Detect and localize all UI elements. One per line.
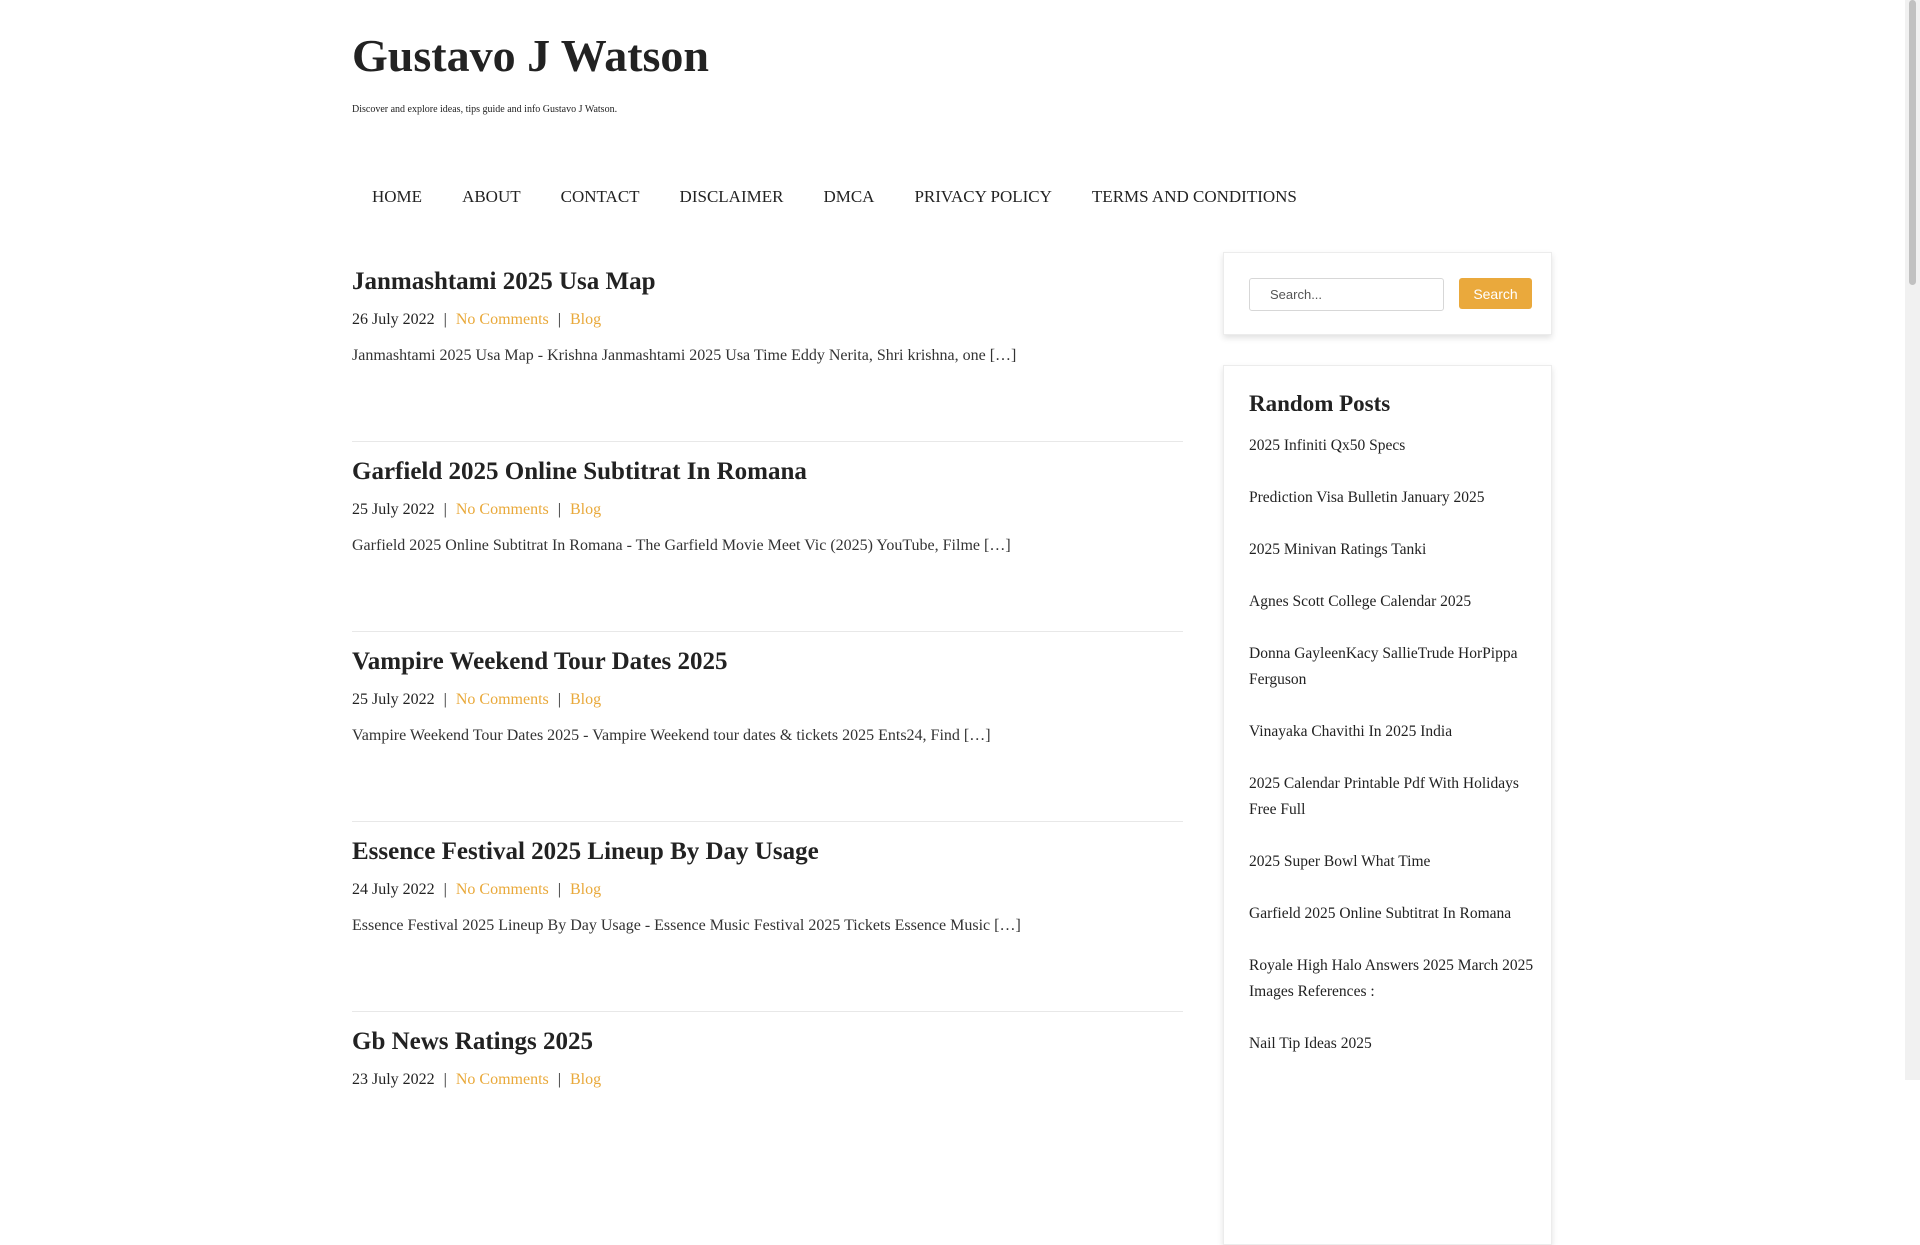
post-excerpt: Janmashtami 2025 Usa Map - Krishna Janma… bbox=[352, 347, 1017, 364]
post-category-link[interactable]: Blog bbox=[570, 691, 601, 708]
post-title[interactable]: Garfield 2025 Online Subtitrat In Romana bbox=[352, 455, 807, 489]
random-post-link[interactable]: Nail Tip Ideas 2025 bbox=[1249, 1031, 1534, 1057]
search-input[interactable] bbox=[1249, 278, 1444, 311]
post-list: Janmashtami 2025 Usa Map 26 July 2022 | No… bbox=[352, 252, 1183, 1202]
random-post-link[interactable]: 2025 Infiniti Qx50 Specs bbox=[1249, 433, 1534, 459]
random-post-link[interactable]: Donna GayleenKacy SallieTrude HorPippa F… bbox=[1249, 641, 1534, 693]
random-post-link[interactable]: Vinayaka Chavithi In 2025 India bbox=[1249, 719, 1534, 745]
site-description: Discover and explore ideas, tips guide a… bbox=[352, 104, 618, 115]
post-meta: 25 July 2022 | No Comments | Blog bbox=[352, 688, 601, 712]
meta-separator: | bbox=[557, 501, 561, 518]
post-item: Gb News Ratings 2025 23 July 2022 | No Com… bbox=[352, 1012, 1183, 1202]
post-comments-link[interactable]: No Comments bbox=[456, 881, 549, 898]
post-meta: 23 July 2022 | No Comments | Blog bbox=[352, 1068, 601, 1092]
random-posts-widget: Random Posts 2025 Infiniti Qx50 Specs Pr… bbox=[1223, 365, 1552, 1245]
nav-item-disclaimer[interactable]: DISCLAIMER bbox=[660, 180, 804, 216]
nav-item-contact[interactable]: CONTACT bbox=[541, 180, 660, 216]
page-scrollbar[interactable] bbox=[1905, 0, 1920, 1080]
nav-item-terms-and-conditions[interactable]: TERMS AND CONDITIONS bbox=[1072, 180, 1317, 216]
random-post-link[interactable]: Garfield 2025 Online Subtitrat In Romana bbox=[1249, 901, 1534, 927]
post-category-link[interactable]: Blog bbox=[570, 881, 601, 898]
post-excerpt: Vampire Weekend Tour Dates 2025 - Vampir… bbox=[352, 727, 991, 744]
post-meta: 25 July 2022 | No Comments | Blog bbox=[352, 498, 601, 522]
post-item: Janmashtami 2025 Usa Map 26 July 2022 | No… bbox=[352, 252, 1183, 442]
post-category-link[interactable]: Blog bbox=[570, 311, 601, 328]
main-nav: HOME ABOUT CONTACT DISCLAIMER DMCA PRIVA… bbox=[352, 180, 1317, 216]
post-title[interactable]: Gb News Ratings 2025 bbox=[352, 1025, 593, 1059]
post-comments-link[interactable]: No Comments bbox=[456, 691, 549, 708]
post-comments-link[interactable]: No Comments bbox=[456, 501, 549, 518]
post-excerpt: Garfield 2025 Online Subtitrat In Romana… bbox=[352, 537, 1011, 554]
post-comments-link[interactable]: No Comments bbox=[456, 311, 549, 328]
nav-item-home[interactable]: HOME bbox=[352, 180, 442, 216]
post-date: 25 July 2022 bbox=[352, 501, 435, 518]
post-title[interactable]: Vampire Weekend Tour Dates 2025 bbox=[352, 645, 728, 679]
meta-separator: | bbox=[557, 311, 561, 328]
random-post-link[interactable]: Royale High Halo Answers 2025 March 2025… bbox=[1249, 953, 1534, 1005]
post-title[interactable]: Janmashtami 2025 Usa Map bbox=[352, 265, 656, 299]
meta-separator: | bbox=[443, 881, 447, 898]
meta-separator: | bbox=[443, 311, 447, 328]
search-button[interactable]: Search bbox=[1459, 278, 1532, 309]
meta-separator: | bbox=[443, 501, 447, 518]
random-posts-list: 2025 Infiniti Qx50 Specs Prediction Visa… bbox=[1249, 433, 1534, 1083]
nav-item-dmca[interactable]: DMCA bbox=[803, 180, 894, 216]
search-widget: Search bbox=[1223, 252, 1552, 335]
meta-separator: | bbox=[557, 881, 561, 898]
post-meta: 24 July 2022 | No Comments | Blog bbox=[352, 878, 601, 902]
post-item: Vampire Weekend Tour Dates 2025 25 July … bbox=[352, 632, 1183, 822]
meta-separator: | bbox=[443, 691, 447, 708]
post-date: 24 July 2022 bbox=[352, 881, 435, 898]
random-post-link[interactable]: 2025 Minivan Ratings Tanki bbox=[1249, 537, 1534, 563]
random-post-link[interactable]: Prediction Visa Bulletin January 2025 bbox=[1249, 485, 1534, 511]
nav-item-about[interactable]: ABOUT bbox=[442, 180, 541, 216]
post-date: 26 July 2022 bbox=[352, 311, 435, 328]
post-excerpt: Essence Festival 2025 Lineup By Day Usag… bbox=[352, 917, 1021, 934]
widget-title: Random Posts bbox=[1249, 391, 1391, 416]
post-meta: 26 July 2022 | No Comments | Blog bbox=[352, 308, 601, 332]
post-item: Essence Festival 2025 Lineup By Day Usag… bbox=[352, 822, 1183, 1012]
post-item: Garfield 2025 Online Subtitrat In Romana… bbox=[352, 442, 1183, 632]
post-category-link[interactable]: Blog bbox=[570, 501, 601, 518]
random-post-link[interactable]: 2025 Super Bowl What Time bbox=[1249, 849, 1534, 875]
sidebar: Search Random Posts 2025 Infiniti Qx50 S… bbox=[1223, 252, 1552, 1245]
meta-separator: | bbox=[557, 691, 561, 708]
site-title[interactable]: Gustavo J Watson bbox=[352, 26, 709, 86]
scrollbar-thumb[interactable] bbox=[1909, 0, 1916, 285]
nav-item-privacy-policy[interactable]: PRIVACY POLICY bbox=[894, 180, 1071, 216]
post-title[interactable]: Essence Festival 2025 Lineup By Day Usag… bbox=[352, 835, 819, 869]
random-post-link[interactable]: 2025 Calendar Printable Pdf With Holiday… bbox=[1249, 771, 1534, 823]
post-date: 25 July 2022 bbox=[352, 691, 435, 708]
random-post-link[interactable]: Agnes Scott College Calendar 2025 bbox=[1249, 589, 1534, 615]
